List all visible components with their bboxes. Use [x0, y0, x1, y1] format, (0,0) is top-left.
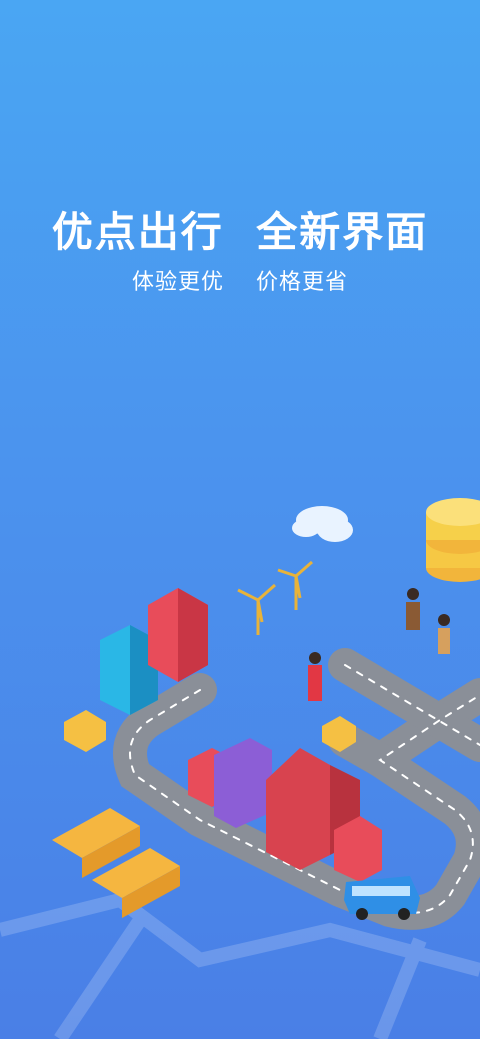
- splash-subline: 体验更优 价格更省: [132, 270, 348, 295]
- small-houses: [64, 710, 356, 752]
- wind-turbine: [237, 560, 313, 635]
- bus: [344, 876, 420, 920]
- cloud: [292, 506, 353, 542]
- splash-screen: 优点出行 全新界面 体验更优 价格更省: [0, 0, 480, 1039]
- splash-headline: 优点出行 全新界面: [51, 208, 429, 256]
- city-illustration: [0, 498, 480, 1039]
- coin-stack: [426, 498, 480, 582]
